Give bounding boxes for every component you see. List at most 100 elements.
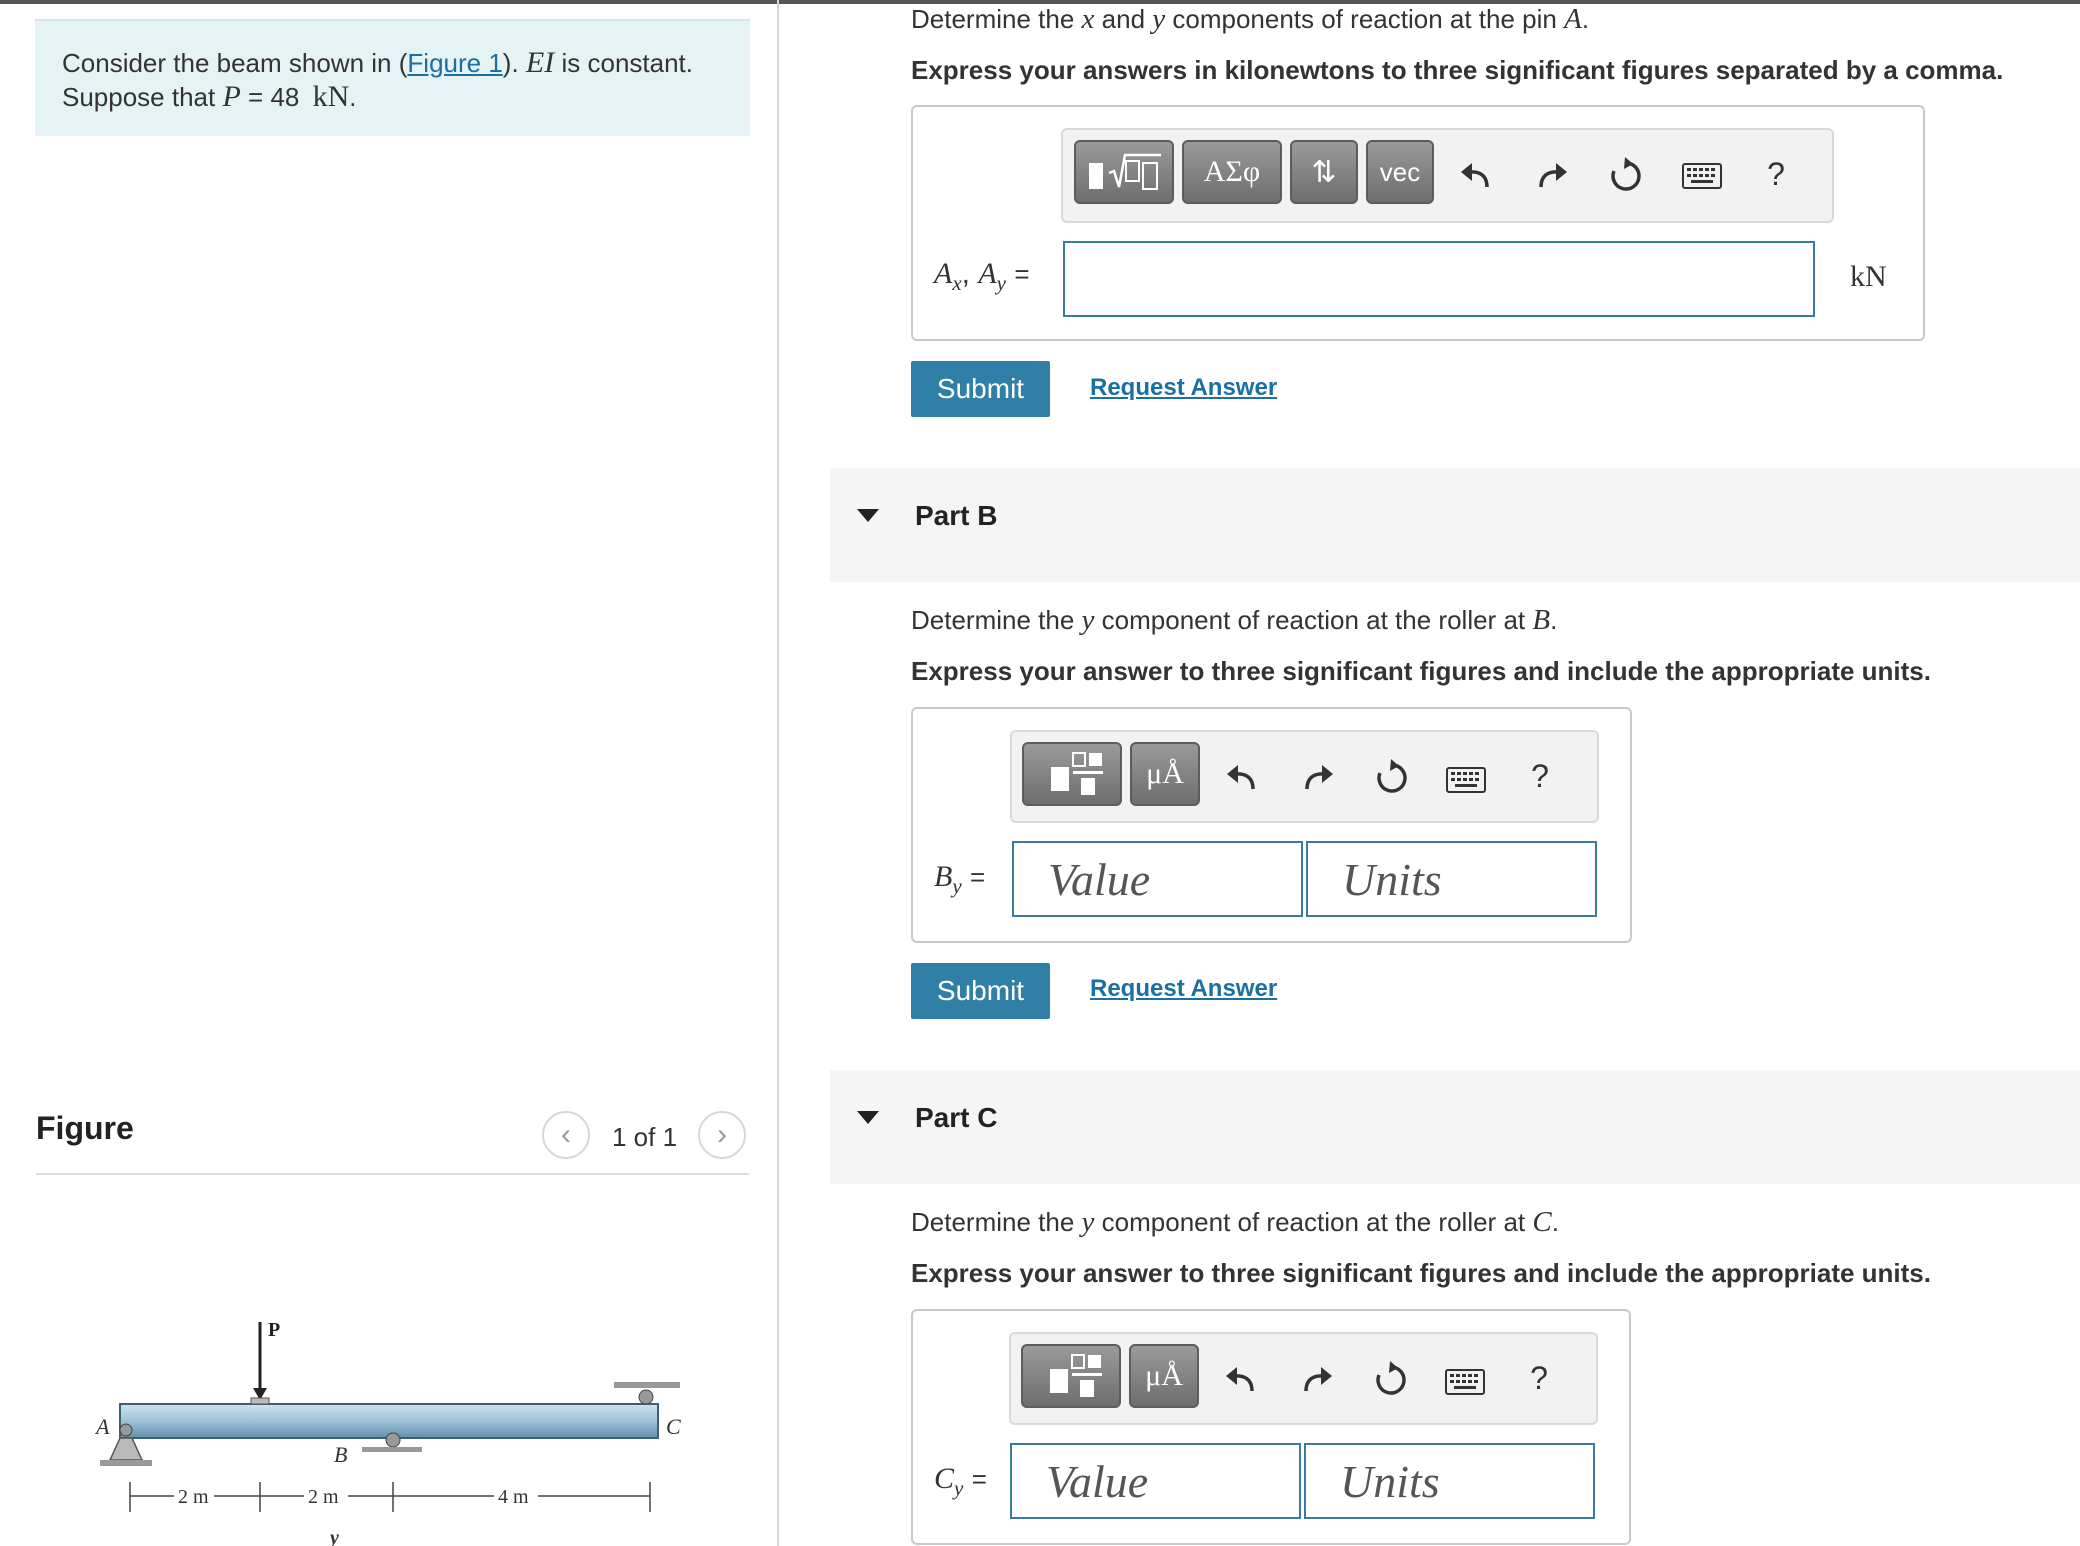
label-comma: , (961, 257, 970, 290)
units-button[interactable]: μÅ (1129, 1344, 1199, 1408)
undo-icon[interactable] (1220, 756, 1264, 800)
axis-label-y: y (328, 1527, 339, 1546)
ground-b (362, 1447, 422, 1452)
dimension-label-1: 2 m (178, 1486, 209, 1508)
part-b-instruction: Express your answer to three significant… (911, 656, 1931, 686)
part-c-header[interactable] (830, 1070, 2080, 1184)
undo-icon[interactable] (1454, 154, 1498, 198)
template-radical-icon (1089, 153, 1161, 190)
part-a-q-end: . (1581, 4, 1590, 34)
redo-icon[interactable] (1296, 756, 1340, 800)
label-cy-sub: y (954, 1476, 964, 1500)
collapse-triangle-icon[interactable] (857, 1111, 879, 1124)
figure-next-button[interactable]: › (698, 1111, 746, 1159)
redo-icon[interactable] (1295, 1358, 1339, 1402)
templates-button[interactable] (1074, 140, 1174, 204)
greek-symbols-button[interactable]: ΑΣφ (1182, 140, 1282, 204)
ground-c (614, 1382, 680, 1388)
part-b-request-answer-link[interactable]: Request Answer (1090, 975, 1277, 1003)
beam (119, 1403, 659, 1439)
reset-icon[interactable] (1604, 154, 1648, 198)
fraction-template-icon (1051, 752, 1103, 795)
part-c-q-point: C (1532, 1206, 1552, 1238)
help-icon[interactable]: ? (1754, 152, 1798, 196)
p-unit: kN (312, 80, 350, 113)
panel-divider (777, 0, 779, 1546)
label-by-sub: y (952, 874, 962, 898)
label-equals: = (1014, 259, 1030, 289)
reset-icon[interactable] (1369, 1358, 1413, 1402)
p-symbol: P (222, 80, 241, 113)
part-b-units-input[interactable]: Units (1306, 841, 1597, 917)
figure-divider (36, 1173, 749, 1175)
part-c-instruction: Express your answer to three significant… (911, 1258, 1931, 1288)
label-cy: C (934, 1462, 955, 1495)
support-label-a: A (94, 1414, 110, 1439)
load-label-p: P (268, 1319, 280, 1341)
chevron-left-icon: ‹ (561, 1118, 571, 1151)
part-a-q-y: y (1152, 3, 1166, 35)
part-a-q-x: x (1081, 3, 1095, 35)
part-a-q-point: A (1564, 3, 1582, 35)
help-icon[interactable]: ? (1517, 1356, 1561, 1400)
figure-prev-button[interactable]: ‹ (542, 1111, 590, 1159)
part-c-value-input[interactable]: Value (1010, 1443, 1301, 1519)
part-c-q-mid: component of reaction at the roller at (1101, 1207, 1526, 1237)
label-ax: A (934, 257, 953, 290)
dimension-label-2: 2 m (308, 1486, 339, 1508)
p-equals: = 48 (248, 82, 300, 112)
part-a-q-prefix: Determine the (911, 4, 1075, 34)
fraction-template-button[interactable] (1021, 1344, 1121, 1408)
part-a-answer-input[interactable] (1063, 241, 1815, 317)
suppose-text: Suppose that (62, 82, 216, 112)
part-a-q-and: and (1101, 4, 1146, 34)
fraction-template-button[interactable] (1022, 742, 1122, 806)
problem-text-1: Consider the beam shown in ( (62, 48, 408, 78)
label-ay-sub: y (996, 271, 1006, 295)
part-a-unit: kN (1850, 260, 1887, 293)
reset-icon[interactable] (1370, 756, 1414, 800)
part-a-submit-button[interactable]: Submit (911, 361, 1050, 417)
p-end: . (349, 82, 357, 112)
part-b-value-input[interactable]: Value (1012, 841, 1303, 917)
help-icon[interactable]: ? (1518, 754, 1562, 798)
part-c-q-prefix: Determine the (911, 1207, 1075, 1237)
pin-support-a (108, 1437, 144, 1461)
part-b-header[interactable] (830, 468, 2080, 582)
part-b-submit-button[interactable]: Submit (911, 963, 1050, 1019)
collapse-triangle-icon[interactable] (857, 509, 879, 522)
fraction-template-icon (1050, 1354, 1102, 1397)
figure-title: Figure (36, 1110, 134, 1146)
part-a-instruction: Express your answers in kilonewtons to t… (911, 55, 2004, 85)
units-button[interactable]: μÅ (1130, 742, 1200, 806)
support-label-b: B (334, 1442, 347, 1467)
arrows-button[interactable]: ⇅ (1290, 140, 1358, 204)
part-c-units-input[interactable]: Units (1304, 1443, 1595, 1519)
undo-icon[interactable] (1219, 1358, 1263, 1402)
ei-symbol: EI (525, 46, 555, 79)
ground-a (100, 1460, 152, 1466)
keyboard-icon[interactable] (1444, 758, 1488, 802)
label-equals: = (971, 1464, 987, 1494)
vector-button[interactable]: vec (1366, 140, 1434, 204)
part-b-label: By = (934, 860, 985, 899)
part-b-question: Determine the y component of reaction at… (911, 604, 1557, 637)
part-b-q-prefix: Determine the (911, 605, 1075, 635)
part-a-label: Ax, Ay = (934, 257, 1030, 296)
part-a-request-answer-link[interactable]: Request Answer (1090, 374, 1277, 402)
figure-link[interactable]: Figure 1 (407, 48, 502, 78)
support-label-c: C (666, 1414, 681, 1439)
redo-icon[interactable] (1530, 154, 1574, 198)
keyboard-icon[interactable] (1680, 154, 1724, 198)
roller-c (638, 1389, 654, 1405)
part-b-q-y: y (1081, 604, 1095, 636)
part-b-q-end: . (1550, 605, 1558, 635)
load-plate (250, 1397, 270, 1405)
label-ay: A (978, 257, 997, 290)
part-b-q-point: B (1532, 604, 1551, 636)
part-c-question: Determine the y component of reaction at… (911, 1206, 1559, 1239)
keyboard-icon[interactable] (1443, 1360, 1487, 1404)
dimension-label-3: 4 m (498, 1486, 529, 1508)
pin-a (119, 1423, 133, 1437)
beam-figure: P A B C 2 m 2 m 4 m y (94, 1319, 681, 1546)
